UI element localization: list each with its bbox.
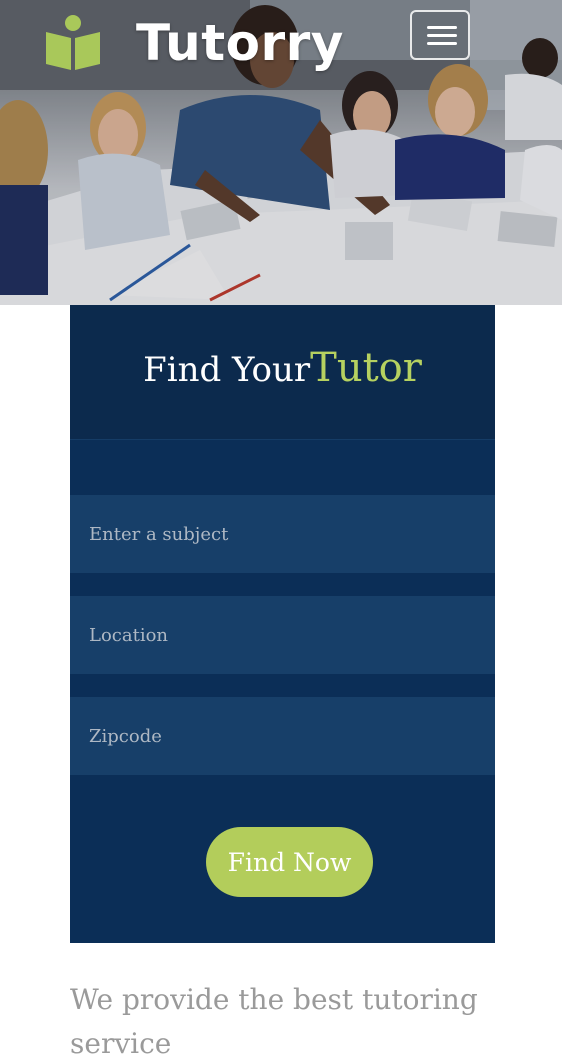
find-now-button[interactable]: Find Now — [206, 827, 373, 897]
zipcode-input[interactable] — [70, 697, 495, 775]
subject-input[interactable] — [70, 495, 495, 573]
panel-header: Find YourTutor — [70, 305, 495, 440]
panel-title: Find YourTutor — [70, 345, 495, 391]
location-input[interactable] — [70, 596, 495, 674]
hamburger-menu-button[interactable] — [410, 10, 470, 60]
title-tutor: Tutor — [310, 345, 422, 391]
tutor-search-panel: Find YourTutor Find Now — [70, 305, 495, 943]
title-find-your: Find Your — [143, 350, 311, 390]
book-reader-logo-icon — [46, 15, 100, 70]
tagline: We provide the best tutoring service — [70, 983, 478, 1056]
hero-banner: Tutorry — [0, 0, 562, 305]
brand-name: Tutorry — [136, 14, 344, 72]
